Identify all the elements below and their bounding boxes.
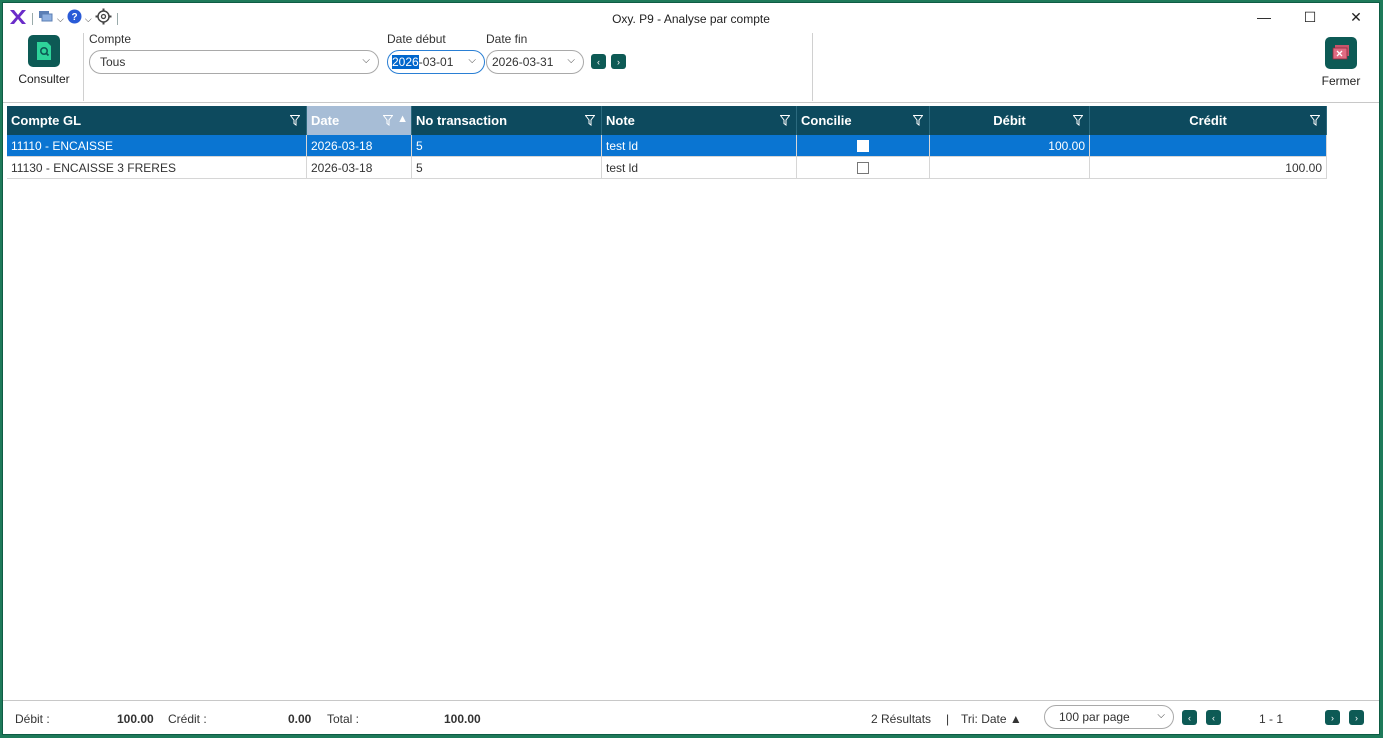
close-form-label: Fermer (1321, 74, 1361, 88)
title-bar: ⌵ ? ⌵ Oxy. P9 - Analyse par compte — ☐ ✕ (3, 3, 1379, 31)
consult-button[interactable]: Consulter (13, 35, 75, 86)
close-form-icon (1325, 37, 1357, 69)
grand-total-label: Total : (327, 712, 360, 726)
prev-period-button[interactable]: ‹ (591, 54, 606, 69)
per-page-select[interactable]: 100 par page ⌵ (1044, 705, 1174, 729)
close-form-button[interactable]: Fermer (1315, 37, 1367, 88)
column-header-note[interactable]: Note (602, 106, 797, 135)
cell-note: test ld (602, 135, 797, 157)
concilie-checkbox[interactable] (857, 162, 869, 174)
transactions-grid: Compte GL Date ▲ No transaction Note Con… (7, 106, 1327, 179)
cell-debit (930, 157, 1090, 179)
app-window: ⌵ ? ⌵ Oxy. P9 - Analyse par compte — ☐ ✕… (2, 2, 1380, 735)
last-page-button[interactable]: › (1349, 710, 1364, 725)
grid-header: Compte GL Date ▲ No transaction Note Con… (7, 106, 1327, 135)
compte-select[interactable]: Tous ⌵ (89, 50, 379, 74)
compte-label: Compte (89, 32, 132, 46)
divider (812, 33, 813, 101)
first-page-button[interactable]: ‹ (1182, 710, 1197, 725)
close-window-button[interactable]: ✕ (1333, 3, 1379, 31)
minimize-button[interactable]: — (1241, 3, 1287, 31)
date-fin-label: Date fin (486, 32, 528, 46)
prev-page-button[interactable]: ‹ (1206, 710, 1221, 725)
date-debut-year: 2026 (392, 55, 419, 69)
filter-icon[interactable] (779, 114, 791, 129)
column-header-credit[interactable]: Crédit (1090, 106, 1327, 135)
column-header-no-transaction[interactable]: No transaction (412, 106, 602, 135)
table-row[interactable]: 11110 - ENCAISSE 2026-03-18 5 test ld 10… (7, 135, 1327, 157)
date-fin-picker[interactable]: 2026-03-31 ⌵ (486, 50, 584, 74)
cell-no-transaction: 5 (412, 135, 602, 157)
cell-no-transaction: 5 (412, 157, 602, 179)
debit-total-value: 100.00 (117, 712, 154, 726)
sort-asc-icon: ▲ (397, 113, 408, 125)
cell-compte: 11110 - ENCAISSE (7, 135, 307, 157)
column-header-compte[interactable]: Compte GL (7, 106, 307, 135)
consult-icon (28, 35, 60, 67)
ribbon: Consulter Compte Tous ⌵ Date début 2026-… (3, 31, 1379, 103)
filter-icon[interactable] (912, 114, 924, 129)
cell-credit (1090, 135, 1327, 157)
window-title: Oxy. P9 - Analyse par compte (612, 12, 770, 26)
credit-total-label: Crédit : (168, 712, 207, 726)
filter-icon[interactable] (289, 114, 301, 129)
cell-concilie (797, 135, 930, 157)
date-debut-rest: -03-01 (418, 55, 454, 69)
sort-indicator[interactable]: Tri: Date ▲ (961, 712, 1022, 726)
cell-debit: 100.00 (930, 135, 1090, 157)
date-fin-value: 2026-03-31 (492, 55, 554, 69)
maximize-button[interactable]: ☐ (1287, 3, 1333, 31)
column-header-debit[interactable]: Débit (930, 106, 1090, 135)
status-footer: Débit : 100.00 Crédit : 0.00 Total : 100… (3, 700, 1379, 736)
compte-value: Tous (100, 55, 126, 69)
chevron-down-icon: ⌵ (362, 55, 370, 66)
chevron-down-icon: ⌵ (1157, 710, 1165, 721)
cell-credit: 100.00 (1090, 157, 1327, 179)
filter-icon[interactable] (584, 114, 596, 129)
filter-icon[interactable] (382, 114, 394, 129)
divider (83, 33, 84, 101)
filter-icon[interactable] (1072, 114, 1084, 129)
divider: | (946, 712, 950, 726)
debit-total-label: Débit : (15, 712, 50, 726)
results-count: 2 Résultats (871, 712, 932, 726)
next-period-button[interactable]: › (611, 54, 626, 69)
consult-label: Consulter (18, 72, 70, 86)
date-debut-picker[interactable]: 2026 -03-01 ⌵ (387, 50, 485, 74)
page-range: 1 - 1 (1259, 712, 1284, 726)
cell-concilie (797, 157, 930, 179)
cell-note: test ld (602, 157, 797, 179)
cell-date: 2026-03-18 (307, 157, 412, 179)
grand-total-value: 100.00 (444, 712, 481, 726)
column-header-concilie[interactable]: Concilie (797, 106, 930, 135)
cell-date: 2026-03-18 (307, 135, 412, 157)
date-debut-label: Date début (387, 32, 446, 46)
concilie-checkbox[interactable] (857, 140, 869, 152)
chevron-down-icon: ⌵ (567, 55, 575, 66)
next-page-button[interactable]: › (1325, 710, 1340, 725)
table-row[interactable]: 11130 - ENCAISSE 3 FRERES 2026-03-18 5 t… (7, 157, 1327, 179)
sort-asc-icon: ▲ (1009, 712, 1022, 726)
filter-icon[interactable] (1309, 114, 1321, 129)
credit-total-value: 0.00 (288, 712, 312, 726)
per-page-value: 100 par page (1059, 710, 1130, 724)
chevron-down-icon: ⌵ (468, 55, 476, 66)
cell-compte: 11130 - ENCAISSE 3 FRERES (7, 157, 307, 179)
column-header-date[interactable]: Date ▲ (307, 106, 412, 135)
